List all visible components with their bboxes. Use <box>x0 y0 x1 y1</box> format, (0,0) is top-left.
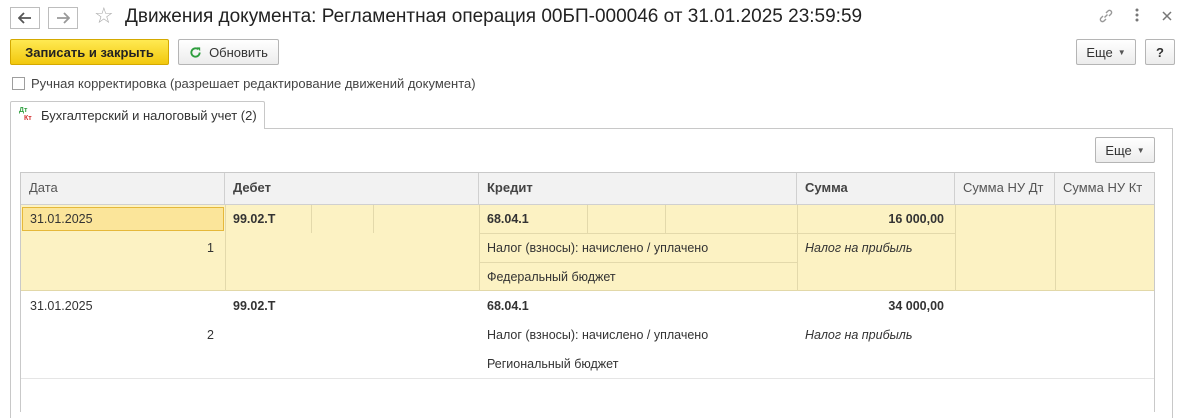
row-credit: 68.04.1 <box>487 212 529 226</box>
row-credit-subconto-1: Налог (взносы): начислено / уплачено <box>487 241 709 255</box>
tab-accounting-label: Бухгалтерский и налоговый учет (2) <box>41 108 257 123</box>
dropdown-triangle-icon: ▼ <box>1117 47 1126 57</box>
refresh-icon <box>190 46 201 58</box>
row-credit: 68.04.1 <box>487 299 529 313</box>
row-date: 31.01.2025 <box>30 212 93 226</box>
more-vertical-icon[interactable] <box>1134 7 1140 28</box>
table-row[interactable]: 31.01.2025 1 99.02.Т 68.04.1 Налог (взно… <box>21 205 1154 291</box>
table-more-button[interactable]: Еще ▼ <box>1095 137 1155 163</box>
save-and-close-button[interactable]: Записать и закрыть <box>10 39 169 65</box>
row-number: 1 <box>207 241 214 255</box>
row-credit-subconto-2: Региональный бюджет <box>487 357 619 371</box>
save-and-close-label: Записать и закрыть <box>25 44 154 60</box>
column-header-debit[interactable]: Дебет <box>225 173 479 204</box>
row-amount-note: Налог на прибыль <box>805 328 913 342</box>
refresh-label: Обновить <box>209 44 268 60</box>
table-row[interactable]: 31.01.2025 2 99.02.Т 68.04.1 Налог (взно… <box>21 292 1154 379</box>
row-date: 31.01.2025 <box>30 299 93 313</box>
more-button[interactable]: Еще ▼ <box>1076 39 1136 65</box>
row-number: 2 <box>207 328 214 342</box>
table-header: Дата Дебет Кредит Сумма Сумма НУ Дт Сумм… <box>21 173 1154 205</box>
manual-correction-label[interactable]: Ручная корректировка (разрешает редактир… <box>31 76 476 91</box>
link-icon[interactable] <box>1098 8 1114 29</box>
dropdown-triangle-icon: ▼ <box>1136 145 1145 155</box>
column-header-amount-nu-kt[interactable]: Сумма НУ Кт <box>1055 173 1154 204</box>
row-debit: 99.02.Т <box>233 299 276 313</box>
table-more-label: Еще <box>1105 142 1132 158</box>
back-button[interactable] <box>10 7 40 29</box>
manual-correction-checkbox[interactable] <box>12 77 25 90</box>
row-amount: 16 000,00 <box>888 212 944 226</box>
arrow-right-icon <box>57 12 70 24</box>
row-credit-subconto-2: Федеральный бюджет <box>487 270 616 284</box>
row-amount: 34 000,00 <box>888 299 944 313</box>
forward-button[interactable] <box>48 7 78 29</box>
debit-credit-icon: Дт Кт <box>19 107 32 122</box>
favorite-star-icon[interactable]: ☆ <box>94 5 114 27</box>
help-button[interactable]: ? <box>1145 39 1175 65</box>
column-header-amount-nu-dt[interactable]: Сумма НУ Дт <box>955 173 1055 204</box>
arrow-left-icon <box>18 12 31 24</box>
more-label: Еще <box>1086 44 1113 60</box>
column-header-date[interactable]: Дата <box>21 173 225 204</box>
row-credit-subconto-1: Налог (взносы): начислено / уплачено <box>487 328 709 342</box>
close-icon[interactable] <box>1161 9 1173 27</box>
window-title: Движения документа: Регламентная операци… <box>125 6 863 27</box>
tab-accounting[interactable]: Дт Кт Бухгалтерский и налоговый учет (2) <box>10 101 265 129</box>
row-debit: 99.02.Т <box>233 212 276 226</box>
column-header-amount[interactable]: Сумма <box>797 173 955 204</box>
column-header-credit[interactable]: Кредит <box>479 173 797 204</box>
refresh-button[interactable]: Обновить <box>178 39 279 65</box>
help-label: ? <box>1156 44 1164 60</box>
row-amount-note: Налог на прибыль <box>805 241 913 255</box>
movements-table: Дата Дебет Кредит Сумма Сумма НУ Дт Сумм… <box>20 172 1155 412</box>
